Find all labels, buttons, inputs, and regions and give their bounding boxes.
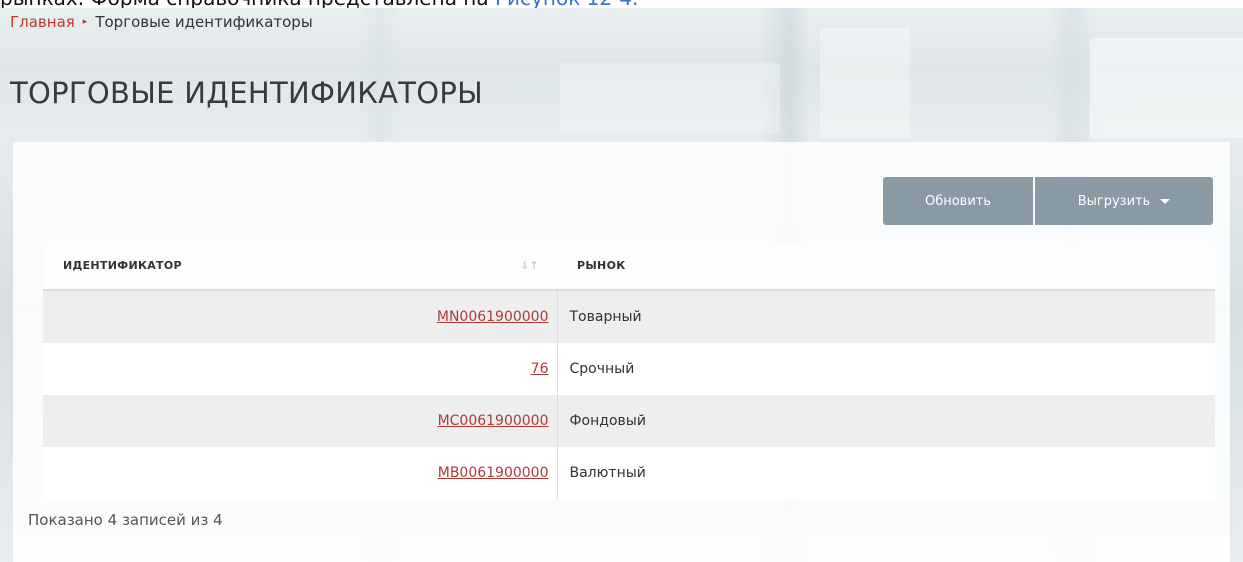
table-row: MC0061900000 Фондовый [43, 395, 1215, 447]
identifier-link[interactable]: MC0061900000 [438, 413, 549, 429]
export-button-label: Выгрузить [1077, 193, 1151, 209]
identifier-cell: MC0061900000 [43, 395, 558, 447]
background-window [820, 28, 910, 138]
refresh-button[interactable]: Обновить [883, 177, 1033, 225]
identifier-cell: MB0061900000 [43, 447, 558, 499]
market-cell: Валютный [557, 447, 1215, 499]
clipped-document-text: рынках. Форма справочника представлена н… [0, 0, 1243, 8]
breadcrumb: Главная ▸ Торговые идентификаторы [10, 13, 313, 31]
column-header-label: РЫНОК [577, 259, 626, 272]
clipped-link: Рисунок 12-4. [495, 0, 638, 8]
breadcrumb-current: Торговые идентификаторы [95, 13, 313, 31]
sort-icon[interactable]: ↓↑ [520, 259, 539, 272]
table-row: MB0061900000 Валютный [43, 447, 1215, 499]
identifier-cell: 76 [43, 343, 558, 395]
column-header-market: РЫНОК [557, 242, 1215, 291]
market-cell: Срочный [557, 343, 1215, 395]
clipped-text: рынках. Форма справочника представлена н… [0, 0, 495, 8]
identifier-link[interactable]: MB0061900000 [438, 465, 549, 481]
market-cell: Фондовый [557, 395, 1215, 447]
records-count-info: Показано 4 записей из 4 [28, 511, 223, 529]
table-row: MN0061900000 Товарный [43, 290, 1215, 343]
market-cell: Товарный [557, 290, 1215, 343]
breadcrumb-home-link[interactable]: Главная [10, 13, 75, 31]
page-title: ТОРГОВЫЕ ИДЕНТИФИКАТОРЫ [10, 76, 484, 110]
content-panel: Обновить Выгрузить ИДЕНТИФИКАТОР ↓↑ РЫНО… [13, 142, 1230, 562]
identifiers-table: ИДЕНТИФИКАТОР ↓↑ РЫНОК MN0061900000 Това… [43, 242, 1215, 499]
chevron-down-icon [1160, 198, 1171, 204]
column-header-label: ИДЕНТИФИКАТОР [63, 259, 182, 272]
identifier-link[interactable]: MN0061900000 [437, 309, 549, 325]
table-header-row: ИДЕНТИФИКАТОР ↓↑ РЫНОК [43, 242, 1215, 291]
background-window [1090, 38, 1243, 138]
identifier-link[interactable]: 76 [531, 361, 549, 377]
background-window [560, 63, 780, 133]
export-dropdown-button[interactable]: Выгрузить [1035, 177, 1213, 225]
toolbar: Обновить Выгрузить [883, 177, 1213, 225]
identifier-cell: MN0061900000 [43, 290, 558, 343]
table-row: 76 Срочный [43, 343, 1215, 395]
column-header-identifier[interactable]: ИДЕНТИФИКАТОР ↓↑ [43, 242, 557, 291]
breadcrumb-separator-icon: ▸ [82, 17, 88, 27]
